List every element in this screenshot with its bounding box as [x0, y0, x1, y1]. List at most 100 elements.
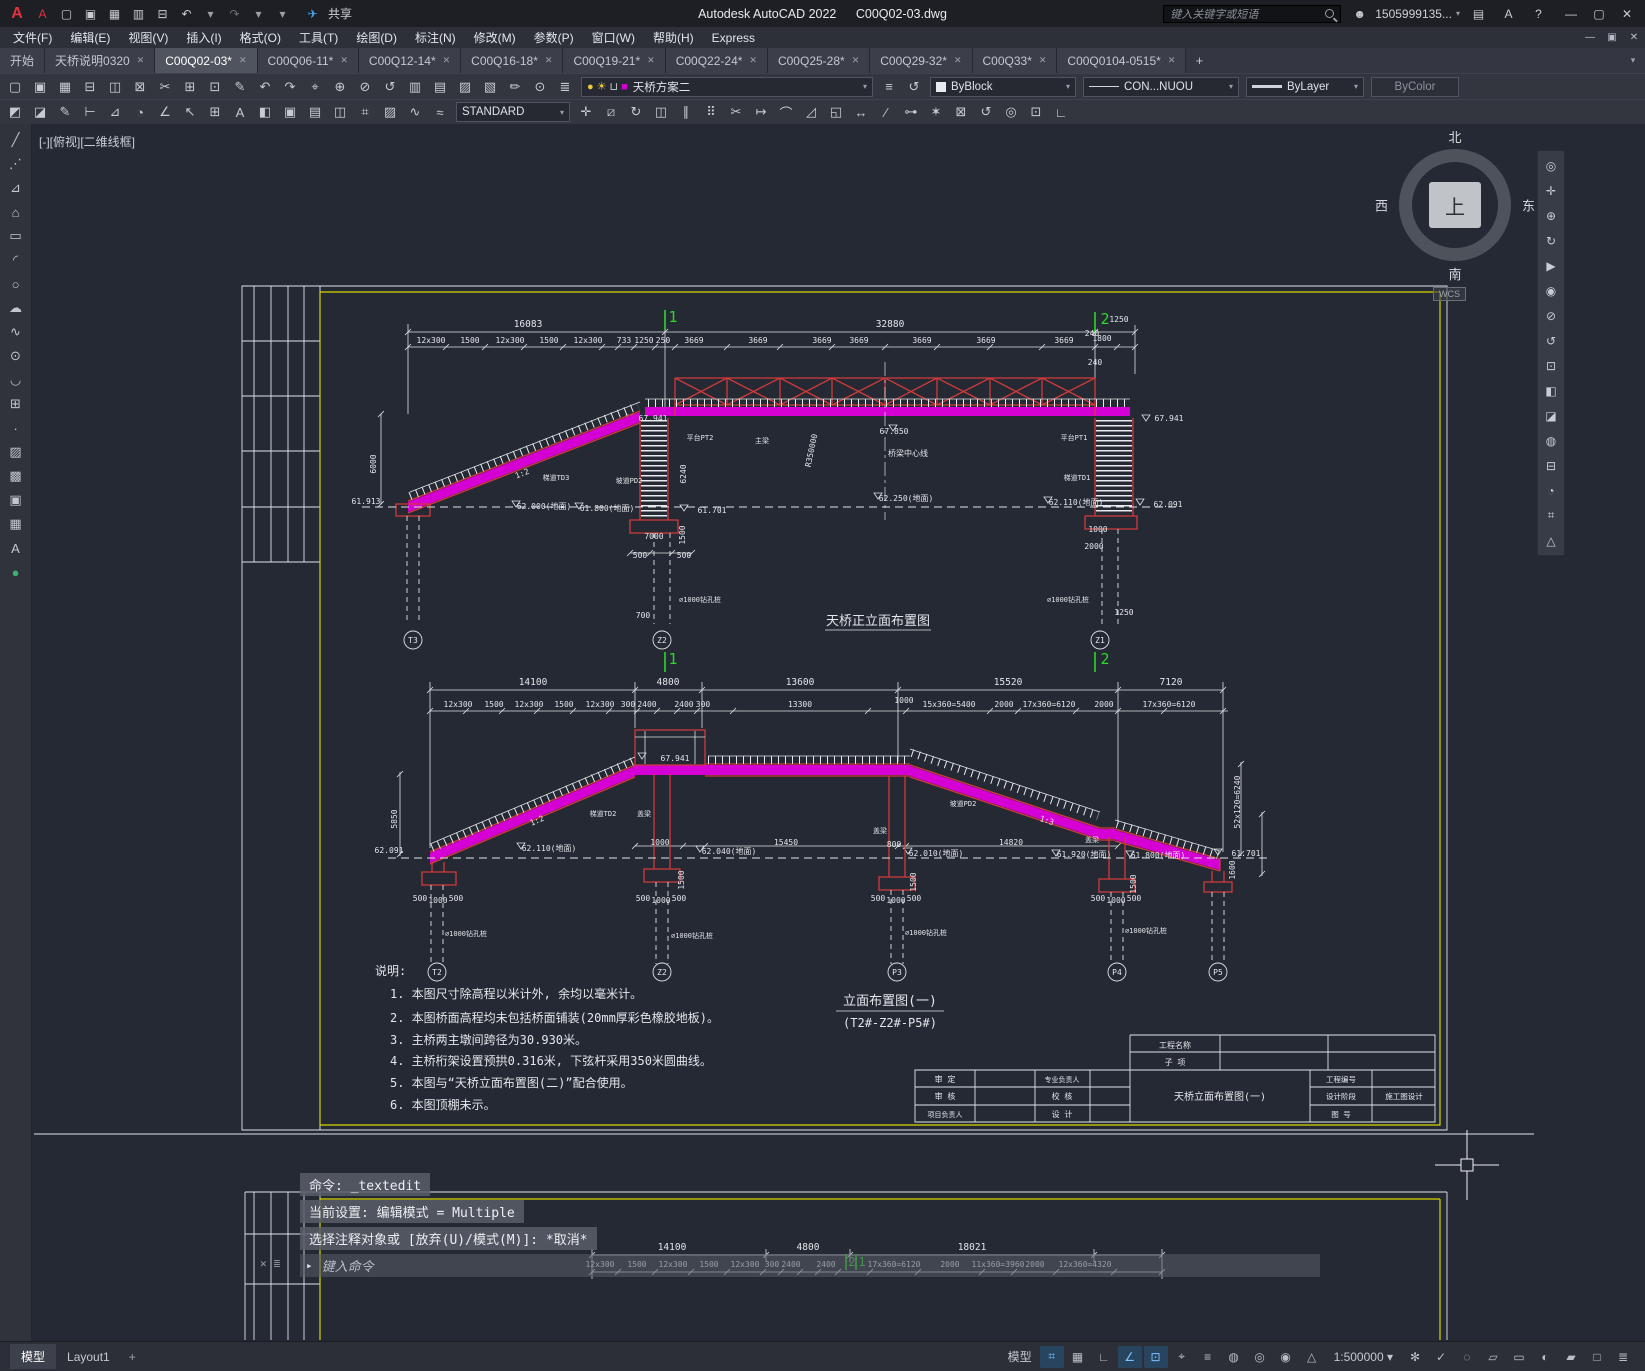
line-tool[interactable]: ╱: [3, 128, 29, 152]
viewcube-wcs-menu[interactable]: WCS: [1433, 287, 1466, 301]
file-tab[interactable]: C00Q16-18* ✕: [461, 48, 564, 73]
polyline-edit-icon[interactable]: ∿: [403, 101, 427, 123]
pan-realtime-icon[interactable]: ⌖: [303, 76, 327, 98]
ortho-icon[interactable]: ∟: [1092, 1346, 1116, 1368]
region-tool[interactable]: ▣: [3, 488, 29, 512]
layer-properties-icon[interactable]: ≣: [553, 76, 577, 98]
layer-previous-icon[interactable]: ↺: [902, 76, 926, 98]
orbit-icon[interactable]: ↻: [1539, 228, 1564, 253]
viewcube-west[interactable]: 西: [1375, 196, 1388, 215]
chamfer-icon[interactable]: ◿: [799, 101, 823, 123]
tab-close-icon[interactable]: ✕: [443, 55, 451, 66]
selection-cycling-icon[interactable]: ◎: [1248, 1346, 1272, 1368]
model-tab[interactable]: 模型: [10, 1344, 57, 1369]
menu-item[interactable]: 标注(N): [406, 27, 465, 48]
menu-item[interactable]: 绘图(D): [347, 27, 406, 48]
table-icon[interactable]: ⊞: [203, 101, 227, 123]
tab-close-icon[interactable]: ✕: [340, 55, 348, 66]
array-icon[interactable]: ⠿: [699, 101, 723, 123]
text-icon[interactable]: A: [228, 101, 252, 123]
move-icon[interactable]: ✛: [574, 101, 598, 123]
tab-overflow-icon[interactable]: ▾: [1621, 48, 1645, 73]
menu-item[interactable]: 编辑(E): [61, 27, 119, 48]
user-menu[interactable]: ☻ 1505999135... ▾: [1348, 3, 1460, 24]
polygon-tool[interactable]: ⌂: [3, 200, 29, 224]
osnap-tracking-icon[interactable]: ⌖: [1170, 1346, 1194, 1368]
tab-close-icon[interactable]: ✕: [749, 55, 757, 66]
zoom-previous-icon[interactable]: ↺: [378, 76, 402, 98]
layer-dropdown[interactable]: ● ☀ ⊔ ■ 天桥方案二 ▾: [581, 76, 873, 97]
cut-icon[interactable]: ✂: [153, 76, 177, 98]
annotation-visibility-icon[interactable]: ◉: [1274, 1346, 1298, 1368]
open-icon[interactable]: ▣: [28, 76, 52, 98]
save-as-icon[interactable]: ▥: [127, 3, 150, 24]
tab-close-icon[interactable]: ✕: [137, 55, 145, 66]
dim-aligned-icon[interactable]: ⊿: [103, 101, 127, 123]
help-icon[interactable]: ?: [1527, 3, 1550, 24]
quick-properties-icon[interactable]: ▱: [1481, 1346, 1505, 1368]
file-tab[interactable]: C00Q25-28* ✕: [767, 48, 871, 73]
markup-icon[interactable]: ✏: [503, 76, 527, 98]
construction-line-tool[interactable]: ⋰: [3, 152, 29, 176]
circle-tool[interactable]: ○: [3, 272, 29, 296]
lineweight-dropdown[interactable]: ByLayer ▾: [1246, 76, 1364, 97]
offset-icon[interactable]: ∥: [674, 101, 698, 123]
visual-style-icon[interactable]: ◍: [1539, 428, 1564, 453]
file-tab[interactable]: C00Q29-32* ✕: [870, 48, 973, 73]
ucs-icon[interactable]: ∟: [1049, 101, 1073, 123]
close-button[interactable]: ✕: [1613, 2, 1641, 25]
linetype-dropdown[interactable]: CON...NUOU ▾: [1083, 76, 1239, 97]
arc-tool[interactable]: ◜: [3, 248, 29, 272]
break-icon[interactable]: ∕: [874, 101, 898, 123]
polar-tracking-icon[interactable]: ∠: [1117, 1345, 1142, 1368]
menu-item[interactable]: 帮助(H): [644, 27, 703, 48]
save-icon[interactable]: ▦: [103, 3, 126, 24]
quick-calc-icon[interactable]: ⊙: [528, 76, 552, 98]
viewport-controls[interactable]: [-][俯视][二维线框]: [39, 133, 135, 150]
menu-item[interactable]: 工具(T): [290, 27, 347, 48]
explode-icon[interactable]: ✶: [924, 101, 948, 123]
undo-icon[interactable]: ↶: [175, 3, 198, 24]
layer-states-icon[interactable]: ≡: [877, 76, 901, 98]
file-tab[interactable]: 天桥说明0320 ✕: [45, 48, 156, 73]
insert-block-tool[interactable]: ⊞: [3, 392, 29, 416]
regen-icon[interactable]: ↺: [974, 101, 998, 123]
command-close-icon[interactable]: ✕: [260, 1257, 267, 1270]
menu-item[interactable]: 插入(I): [177, 27, 230, 48]
text-style-dropdown[interactable]: STANDARD ▾: [456, 102, 570, 122]
join-icon[interactable]: ⊶: [899, 101, 923, 123]
navigation-wheel-icon[interactable]: ◎: [1539, 153, 1564, 178]
maximize-button[interactable]: ▢: [1585, 2, 1613, 25]
extend-icon[interactable]: ↦: [749, 101, 773, 123]
annotation-monitor-icon[interactable]: ✓: [1429, 1346, 1453, 1368]
lock-ui-icon[interactable]: ▭: [1507, 1346, 1531, 1368]
match-properties-icon[interactable]: ✎: [228, 76, 252, 98]
customize-icon[interactable]: ≣: [1611, 1346, 1635, 1368]
sheet-set-manager-icon[interactable]: ▧: [478, 76, 502, 98]
zoom-window-icon[interactable]: ⊘: [353, 76, 377, 98]
table-tool[interactable]: ▦: [3, 512, 29, 536]
annotation-scale-control[interactable]: 1:500000 ▾: [1326, 1350, 1401, 1364]
polyline-tool[interactable]: ⊿: [3, 176, 29, 200]
undo-icon[interactable]: ↶: [253, 76, 277, 98]
stretch-icon[interactable]: ↔: [849, 101, 873, 123]
file-tab[interactable]: 开始: [0, 48, 46, 73]
viewcube-top-face[interactable]: 上: [1429, 182, 1481, 228]
file-tab[interactable]: C00Q19-21* ✕: [563, 48, 666, 73]
properties-icon[interactable]: ▥: [403, 76, 427, 98]
hatch-tool[interactable]: ▨: [3, 440, 29, 464]
menu-item[interactable]: 文件(F): [4, 27, 61, 48]
redo-icon[interactable]: ↷: [223, 3, 246, 24]
mtext-tool[interactable]: A: [3, 536, 29, 560]
zoom-realtime-icon[interactable]: ⊕: [328, 76, 352, 98]
make-block-icon[interactable]: ▤: [303, 101, 327, 123]
show-motion-icon[interactable]: ▶: [1539, 253, 1564, 278]
model-space-indicator[interactable]: 模型: [1008, 1348, 1032, 1365]
annotate-icon[interactable]: ✎: [53, 101, 77, 123]
dim-linear-icon[interactable]: ⊢: [78, 101, 102, 123]
osnap-settings-icon[interactable]: ⊡: [1024, 101, 1048, 123]
drawing-viewport[interactable]: 16083 32880 125024012x300 1500 12x300 1500 12x…: [32, 124, 1645, 1341]
command-customize-icon[interactable]: ≣: [274, 1257, 281, 1270]
mirror-icon[interactable]: ◫: [649, 101, 673, 123]
viewcube-north[interactable]: 北: [1448, 127, 1461, 146]
